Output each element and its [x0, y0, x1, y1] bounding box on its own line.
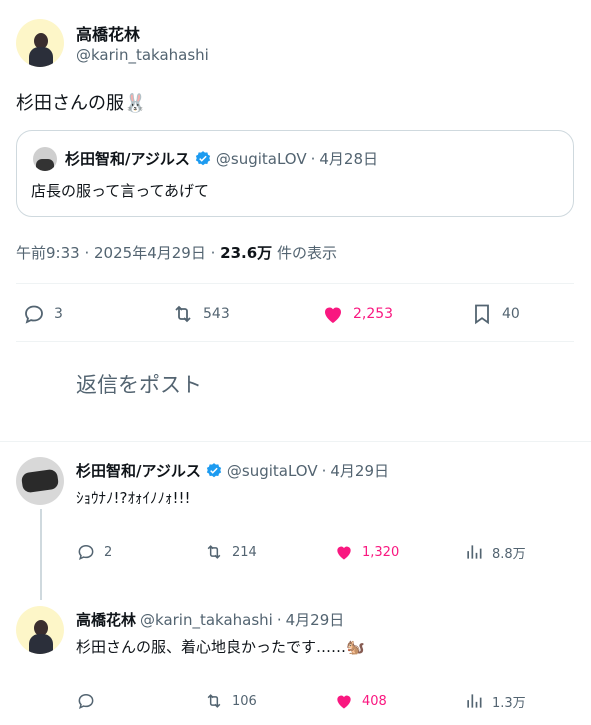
reply-icon: [22, 302, 46, 326]
quote-date: 4月28日: [319, 150, 379, 168]
reply-avatar[interactable]: [16, 606, 64, 654]
bar-chart-icon: [464, 542, 484, 562]
like-button[interactable]: 1,320: [334, 542, 399, 562]
display-name[interactable]: 高橋花林: [76, 21, 140, 45]
reply-display-name[interactable]: 高橋花林: [76, 609, 136, 630]
view-count: 23.6万: [220, 244, 273, 262]
like-count: 2,253: [353, 306, 394, 322]
retweet-button[interactable]: 543: [171, 302, 230, 326]
reply-avatar[interactable]: [16, 457, 64, 505]
reply-count: 2: [104, 544, 113, 560]
like-count: 408: [362, 693, 387, 709]
heart-icon: [334, 691, 354, 711]
reply-button[interactable]: 3: [22, 302, 63, 326]
reply-icon: [76, 542, 96, 562]
reply-text: ｼｮｳﾅﾉ!?ｵｫｲﾉﾉｫ!!!: [76, 489, 191, 507]
view-count-label: 件の表示: [276, 244, 337, 262]
reply-handle[interactable]: @karin_takahashi: [140, 611, 273, 629]
views-button[interactable]: 8.8万: [464, 542, 526, 562]
retweet-button[interactable]: 106: [204, 691, 257, 711]
reply-date[interactable]: 4月29日: [330, 460, 389, 481]
reply-handle[interactable]: @sugitaLOV: [227, 462, 318, 480]
reply-text: 杉田さんの服、着心地良かったです……🐿️: [76, 638, 365, 656]
quote-display-name: 杉田智和/アジルス: [65, 150, 190, 168]
reply-button[interactable]: [76, 691, 104, 711]
tweet-date[interactable]: 2025年4月29日: [94, 244, 206, 262]
verified-badge-icon: [194, 150, 212, 168]
verified-badge-icon: [205, 462, 223, 480]
quote-avatar: [33, 147, 57, 171]
avatar[interactable]: [16, 19, 64, 67]
heart-icon: [321, 302, 345, 326]
like-button[interactable]: 408: [334, 691, 387, 711]
retweet-button[interactable]: 214: [204, 542, 257, 562]
reply-button[interactable]: 2: [76, 542, 112, 562]
view-count: 8.8万: [492, 546, 526, 562]
reply-count: 3: [54, 306, 63, 322]
retweet-count: 214: [232, 544, 257, 560]
thread-line: [40, 509, 42, 600]
tweet-time[interactable]: 午前9:33: [16, 244, 80, 262]
retweet-count: 106: [232, 693, 257, 709]
like-button[interactable]: 2,253: [321, 302, 393, 326]
heart-icon: [334, 542, 354, 562]
quote-text: 店長の服って言ってあげて: [31, 182, 210, 200]
retweet-icon: [171, 302, 195, 326]
quoted-tweet[interactable]: 杉田智和/アジルス @sugitaLOV · 4月28日 店長の服って言ってあげ…: [16, 130, 574, 217]
retweet-icon: [204, 691, 224, 711]
bookmark-count: 40: [502, 306, 520, 322]
retweet-icon: [204, 542, 224, 562]
retweet-count: 543: [203, 306, 230, 322]
bookmark-icon: [470, 302, 494, 326]
like-count: 1,320: [362, 544, 400, 560]
bar-chart-icon: [464, 691, 484, 711]
handle[interactable]: @karin_takahashi: [76, 46, 209, 64]
quote-handle: @sugitaLOV: [215, 149, 307, 168]
reply-icon: [76, 691, 96, 711]
bookmark-button[interactable]: 40: [470, 302, 520, 326]
reply-date[interactable]: 4月29日: [286, 609, 345, 630]
views-button[interactable]: 1.3万: [464, 691, 526, 711]
reply-input[interactable]: 返信をポスト: [76, 369, 202, 399]
tweet-text: 杉田さんの服🐰: [16, 93, 147, 114]
view-count: 1.3万: [492, 695, 526, 711]
reply-display-name[interactable]: 杉田智和/アジルス: [76, 460, 201, 481]
